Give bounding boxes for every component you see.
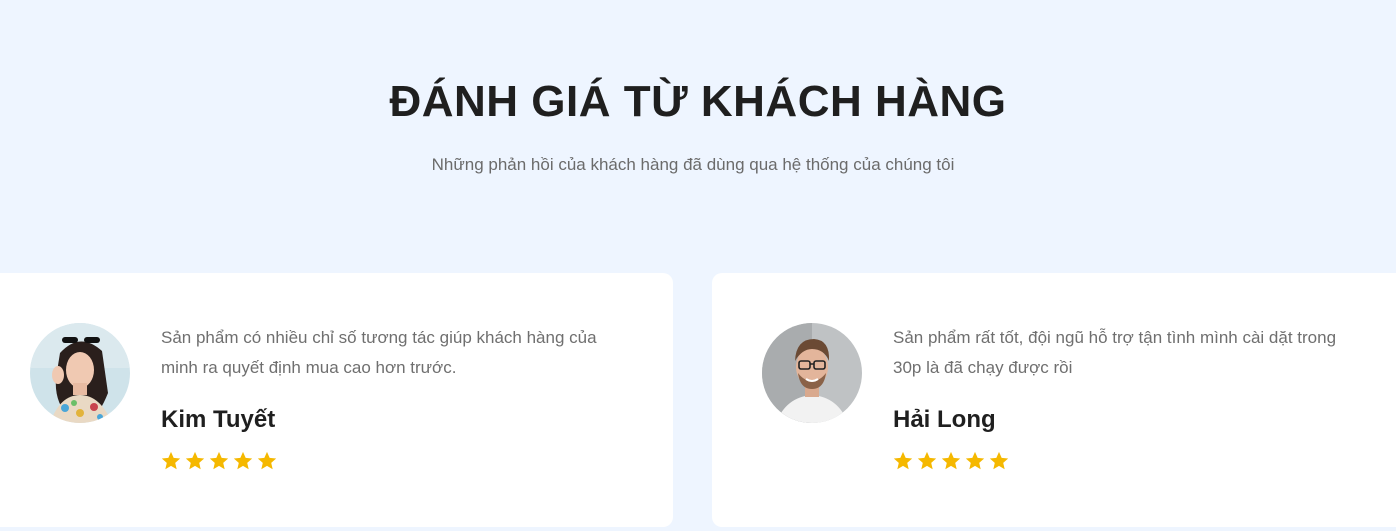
star-icon <box>209 451 229 470</box>
rating-stars <box>160 450 278 474</box>
star-icon <box>989 451 1009 470</box>
star-icon <box>185 451 205 470</box>
star-icon <box>893 451 913 470</box>
testimonial-quote: Sản phẩm rất tốt, đội ngũ hỗ trợ tận tìn… <box>893 328 1337 377</box>
star-icon <box>257 451 277 470</box>
avatar <box>30 323 130 423</box>
star-icon <box>233 451 253 470</box>
avatar <box>762 323 862 423</box>
customer-name: Kim Tuyết <box>161 406 276 433</box>
section-title: ĐÁNH GIÁ TỪ KHÁCH HÀNG <box>389 77 1007 126</box>
star-icon <box>965 451 985 470</box>
star-icon <box>941 451 961 470</box>
testimonial-card: Sản phẩm rất tốt, đội ngũ hỗ trợ tận tìn… <box>712 273 1396 527</box>
rating-stars <box>892 450 1010 474</box>
testimonial-card: Sản phẩm có nhiều chỉ số tương tác giúp … <box>0 273 673 527</box>
star-icon <box>917 451 937 470</box>
testimonial-quote: Sản phẩm có nhiều chỉ số tương tác giúp … <box>161 328 597 377</box>
star-icon <box>161 451 181 470</box>
section-subtitle: Những phản hồi của khách hàng đã dùng qu… <box>431 155 955 174</box>
customer-name: Hải Long <box>893 406 996 433</box>
